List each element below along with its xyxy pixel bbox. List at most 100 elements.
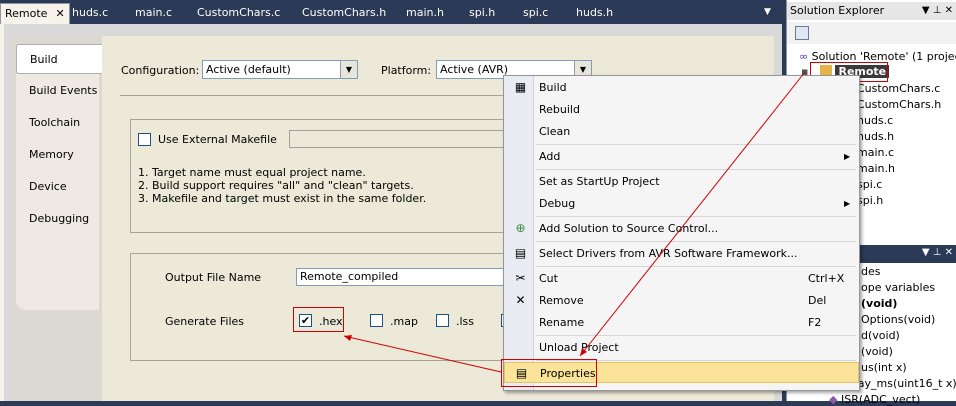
menu-item-rebuild[interactable]: Rebuild — [504, 99, 859, 120]
outline-item[interactable]: Options(void) — [861, 313, 935, 326]
remove-icon: ✕ — [515, 293, 526, 307]
configuration-select[interactable]: Active (default) ▼ — [202, 60, 358, 79]
menu-item-cut[interactable]: ✂ Cut Ctrl+X — [504, 268, 859, 289]
menu-item-label: Rebuild — [539, 103, 580, 116]
menu-item-shortcut: F2 — [808, 316, 822, 329]
menu-item-label: Clean — [539, 125, 571, 138]
file-node[interactable]: main.c — [857, 146, 894, 159]
tab-spi-h[interactable]: spi.h — [469, 3, 495, 24]
solution-explorer-title-text: Solution Explorer — [790, 4, 885, 17]
menu-separator — [536, 266, 856, 267]
vtab-device[interactable]: Device — [16, 172, 102, 202]
cut-icon: ✂ — [515, 271, 526, 285]
pin-close-icons[interactable]: ▼ ⊥ ✕ — [922, 247, 953, 258]
source-control-icon: ⊕ — [515, 221, 526, 235]
note-1: 1. Target name must equal project name. — [138, 166, 366, 179]
menu-separator — [536, 241, 856, 242]
file-node[interactable]: main.h — [857, 162, 895, 175]
menu-item-select-drivers[interactable]: ▤ Select Drivers from AVR Software Frame… — [504, 243, 859, 264]
document-tab-strip: Remote ✕ huds.c main.c CustomChars.c Cust… — [0, 0, 782, 24]
menu-item-label: Cut — [539, 272, 558, 285]
menu-item-shortcut: Ctrl+X — [808, 272, 845, 285]
pin-close-icons[interactable]: ▼ ⊥ ✕ — [922, 2, 953, 20]
menu-item-rename[interactable]: Rename F2 — [504, 312, 859, 333]
configuration-value: Active (default) — [206, 63, 291, 76]
close-icon[interactable]: ✕ — [55, 7, 64, 20]
generate-lss-checkbox[interactable] — [436, 314, 449, 327]
use-external-makefile-label: Use External Makefile — [158, 133, 277, 146]
tab-label: Remote — [5, 7, 48, 20]
vtab-build[interactable]: Build — [16, 44, 102, 74]
outline-item[interactable]: d(void) — [861, 329, 900, 342]
submenu-arrow-icon: ▶ — [844, 199, 851, 208]
solution-explorer-toolbar — [787, 22, 956, 44]
use-external-makefile-checkbox[interactable] — [138, 133, 151, 146]
menu-separator — [536, 216, 856, 217]
menu-item-add[interactable]: Add ▶ — [504, 146, 859, 167]
menu-item-clean[interactable]: Clean — [504, 121, 859, 142]
generate-map-label: .map — [390, 315, 418, 328]
method-icon: ◆ — [829, 393, 838, 406]
project-context-menu: ▦ Build Rebuild Clean Add ▶ Set as Start… — [503, 75, 860, 391]
generate-lss-label: .lss — [456, 315, 475, 328]
menu-item-label: Add Solution to Source Control... — [539, 222, 719, 235]
outline-item[interactable]: des — [861, 265, 880, 278]
menu-item-shortcut: Del — [808, 294, 827, 307]
outline-item[interactable]: (void) — [861, 345, 893, 358]
file-node[interactable]: CustomChars.c — [857, 82, 940, 95]
menu-item-debug[interactable]: Debug ▶ — [504, 193, 859, 214]
annotation-hex-highlight — [293, 307, 344, 332]
note-2: 2. Build support requires "all" and "cle… — [138, 179, 414, 192]
file-node[interactable]: CustomChars.h — [857, 98, 941, 111]
generate-map-checkbox[interactable] — [370, 314, 383, 327]
menu-separator — [536, 169, 856, 170]
tab-main-c[interactable]: main.c — [135, 3, 172, 24]
menu-item-label: Debug — [539, 197, 576, 210]
outline-item-label: ISR(ADC_vect) — [840, 393, 921, 406]
outline-item[interactable]: (void) — [861, 297, 897, 310]
outline-item[interactable]: ◆ ISR(ADC_vect) — [829, 393, 920, 406]
menu-separator — [536, 144, 856, 145]
menu-item-label: Set as StartUp Project — [539, 175, 660, 188]
menu-item-label: Select Drivers from AVR Software Framewo… — [539, 247, 798, 260]
menu-item-label: Add — [539, 150, 561, 163]
annotation-properties-highlight — [501, 359, 597, 387]
platform-value: Active (AVR) — [440, 63, 509, 76]
generate-files-label: Generate Files — [165, 315, 245, 328]
outline-item[interactable]: ope variables — [861, 281, 935, 294]
tab-customchars-h[interactable]: CustomChars.h — [302, 3, 386, 24]
drivers-icon: ▤ — [514, 246, 527, 260]
solution-icon: ∞ — [799, 50, 809, 63]
file-node[interactable]: huds.c — [857, 114, 893, 127]
tab-main-h[interactable]: main.h — [406, 3, 444, 24]
menu-item-remove[interactable]: ✕ Remove Del — [504, 290, 859, 311]
vtab-build-events[interactable]: Build Events — [16, 76, 102, 106]
menu-item-add-source-control[interactable]: ⊕ Add Solution to Source Control... — [504, 218, 859, 239]
configuration-label: Configuration: — [121, 64, 200, 77]
outline-item[interactable]: us(int x) — [861, 361, 907, 374]
tab-remote[interactable]: Remote ✕ — [0, 3, 70, 24]
vtab-debugging[interactable]: Debugging — [16, 204, 102, 234]
chevron-down-icon[interactable]: ▼ — [340, 61, 357, 78]
vertical-tab-list: Build Build Events Toolchain Memory Devi… — [10, 40, 102, 401]
tab-spi-c[interactable]: spi.c — [523, 3, 548, 24]
file-node[interactable]: spi.c — [857, 178, 882, 191]
platform-label: Platform: — [381, 64, 432, 77]
menu-item-build[interactable]: ▦ Build — [504, 77, 859, 98]
file-node[interactable]: huds.h — [857, 130, 894, 143]
tab-huds-c[interactable]: huds.c — [72, 3, 108, 24]
menu-item-label: Remove — [539, 294, 584, 307]
file-node[interactable]: spi.h — [857, 194, 883, 207]
tab-huds-h[interactable]: huds.h — [576, 3, 613, 24]
note-3: 3. Makefile and target must exist in the… — [138, 192, 427, 205]
menu-item-label: Unload Project — [539, 341, 619, 354]
menu-item-set-startup[interactable]: Set as StartUp Project — [504, 171, 859, 192]
menu-item-unload-project[interactable]: Unload Project — [504, 337, 859, 358]
tab-overflow-dropdown-icon[interactable]: ▼ — [764, 7, 771, 17]
tab-customchars-c[interactable]: CustomChars.c — [197, 3, 280, 24]
menu-item-label: Rename — [539, 316, 585, 329]
properties-icon[interactable] — [795, 26, 809, 40]
submenu-arrow-icon: ▶ — [844, 152, 851, 161]
vtab-toolchain[interactable]: Toolchain — [16, 108, 102, 138]
vtab-memory[interactable]: Memory — [16, 140, 102, 170]
